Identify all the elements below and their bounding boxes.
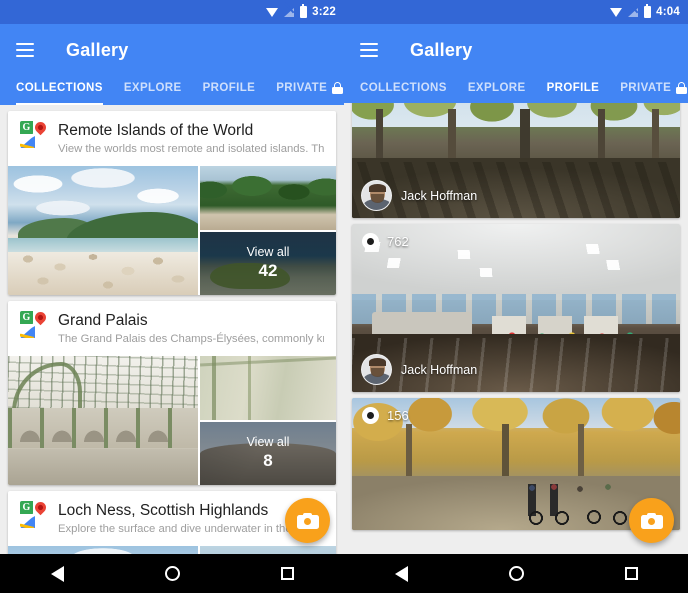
tab-label: COLLECTIONS [360, 82, 447, 94]
collection-photo-grid: View all 42 [8, 166, 336, 295]
collection-subtitle: Explore the surface and dive underwater … [58, 523, 324, 535]
collection-title: Grand Palais [58, 312, 148, 329]
collection-card[interactable]: G Remote Islands of the World View the w… [8, 111, 336, 295]
collection-view-all-tile[interactable]: View all 8 [200, 421, 336, 485]
signal-off-icon [284, 7, 295, 18]
google-maps-icon: G [20, 311, 47, 338]
avatar [361, 180, 392, 211]
view-all-overlay[interactable]: View all 8 [200, 421, 336, 485]
status-bar-time: 4:04 [656, 6, 680, 18]
collection-photo-primary[interactable] [8, 546, 198, 554]
battery-icon [300, 3, 308, 18]
app-title: Gallery [410, 39, 473, 60]
view-count: 156 [387, 408, 409, 423]
tab-label: COLLECTIONS [16, 82, 103, 94]
tab-label: EXPLORE [467, 82, 526, 94]
view-all-count: 42 [258, 261, 278, 281]
eye-icon [362, 407, 379, 424]
collections-list[interactable]: G Remote Islands of the World View the w… [0, 105, 344, 554]
photo-card[interactable]: 762 Jack Hoffman [352, 224, 680, 392]
tab-private[interactable]: PRIVATE [620, 76, 688, 105]
photo-panorama[interactable]: 762 Jack Hoffman [352, 224, 680, 392]
view-count-badge: 156 [362, 407, 409, 424]
wifi-icon [266, 7, 279, 17]
android-nav-bar [344, 554, 688, 593]
app-title: Gallery [66, 39, 129, 60]
collection-photo-thumb[interactable] [200, 166, 336, 230]
photo-panorama[interactable]: Jack Hoffman [352, 103, 680, 218]
view-all-label: View all [246, 435, 290, 450]
hamburger-menu-icon[interactable] [360, 43, 378, 57]
collection-photo-primary[interactable] [8, 356, 198, 485]
tab-profile[interactable]: PROFILE [203, 76, 256, 105]
collection-photo-thumb[interactable] [200, 356, 336, 420]
status-bar: 3:22 [0, 0, 344, 24]
tab-explore[interactable]: EXPLORE [468, 76, 526, 105]
collection-title: Remote Islands of the World [58, 122, 254, 139]
photo-card[interactable]: Jack Hoffman [352, 103, 680, 218]
collection-photo-thumb[interactable] [200, 546, 336, 554]
back-triangle-icon[interactable] [394, 565, 408, 582]
camera-fab-button[interactable] [285, 498, 330, 543]
tab-label: PROFILE [202, 82, 256, 94]
view-all-overlay[interactable]: View all 42 [200, 231, 336, 295]
author-name: Jack Hoffman [401, 188, 478, 203]
right-phone-screen: 4:04 Gallery COLLECTIONS EXPLORE PROFILE… [344, 0, 688, 593]
eye-icon [362, 233, 379, 250]
photo-author-chip[interactable]: Jack Hoffman [361, 354, 477, 385]
recents-square-icon[interactable] [624, 567, 638, 580]
collection-subtitle: The Grand Palais des Champs-Élysées, com… [58, 333, 324, 345]
collection-card-header: G Grand Palais The Grand Palais des Cham… [8, 301, 336, 356]
view-all-label: View all [246, 245, 290, 260]
tab-explore[interactable]: EXPLORE [124, 76, 182, 105]
tab-label: PRIVATE [276, 82, 328, 94]
status-bar: 4:04 [344, 0, 688, 24]
recents-square-icon[interactable] [280, 567, 294, 580]
lock-icon [676, 82, 688, 94]
tab-private[interactable]: PRIVATE [276, 76, 344, 105]
tab-collections[interactable]: COLLECTIONS [16, 76, 103, 105]
avatar [361, 354, 392, 385]
view-count: 762 [387, 234, 409, 249]
left-phone-screen: 3:22 Gallery COLLECTIONS EXPLORE PROFILE… [0, 0, 344, 593]
status-bar-time: 3:22 [312, 6, 336, 18]
collection-photo-primary[interactable] [8, 166, 198, 295]
tab-bar: COLLECTIONS EXPLORE PROFILE PRIVATE [0, 76, 344, 105]
view-all-count: 8 [263, 451, 273, 471]
tab-collections[interactable]: COLLECTIONS [360, 76, 447, 105]
tab-label: EXPLORE [123, 82, 182, 94]
camera-icon [640, 512, 663, 529]
tab-profile[interactable]: PROFILE [546, 76, 600, 105]
wifi-icon [610, 7, 623, 17]
app-bar: Gallery [0, 24, 344, 76]
hamburger-menu-icon[interactable] [16, 43, 34, 57]
collection-card[interactable]: G Grand Palais The Grand Palais des Cham… [8, 301, 336, 485]
collection-view-all-tile[interactable]: View all 42 [200, 231, 336, 295]
signal-off-icon [628, 7, 639, 18]
tab-bar: COLLECTIONS EXPLORE PROFILE PRIVATE [344, 76, 688, 105]
collection-title: Loch Ness, Scottish Highlands [58, 502, 269, 519]
google-maps-icon: G [20, 121, 47, 148]
profile-photo-feed[interactable]: Jack Hoffman 762 Jack Hoffman 156 [344, 103, 688, 554]
app-bar: Gallery [344, 24, 688, 76]
collection-card-header: G Remote Islands of the World View the w… [8, 111, 336, 166]
author-name: Jack Hoffman [401, 362, 478, 377]
collection-photo-grid [8, 546, 336, 554]
back-triangle-icon[interactable] [50, 565, 64, 582]
collection-subtitle: View the worlds most remote and isolated… [58, 143, 324, 155]
tab-label: PROFILE [546, 82, 600, 94]
battery-icon [644, 3, 652, 18]
camera-icon [296, 512, 319, 529]
collection-photo-grid: View all 8 [8, 356, 336, 485]
android-nav-bar [0, 554, 344, 593]
tab-label: PRIVATE [620, 82, 672, 94]
home-circle-icon[interactable] [164, 566, 180, 581]
view-count-badge: 762 [362, 233, 409, 250]
home-circle-icon[interactable] [508, 566, 524, 581]
camera-fab-button[interactable] [629, 498, 674, 543]
google-maps-icon: G [20, 501, 47, 528]
photo-author-chip[interactable]: Jack Hoffman [361, 180, 477, 211]
lock-icon [332, 82, 344, 94]
